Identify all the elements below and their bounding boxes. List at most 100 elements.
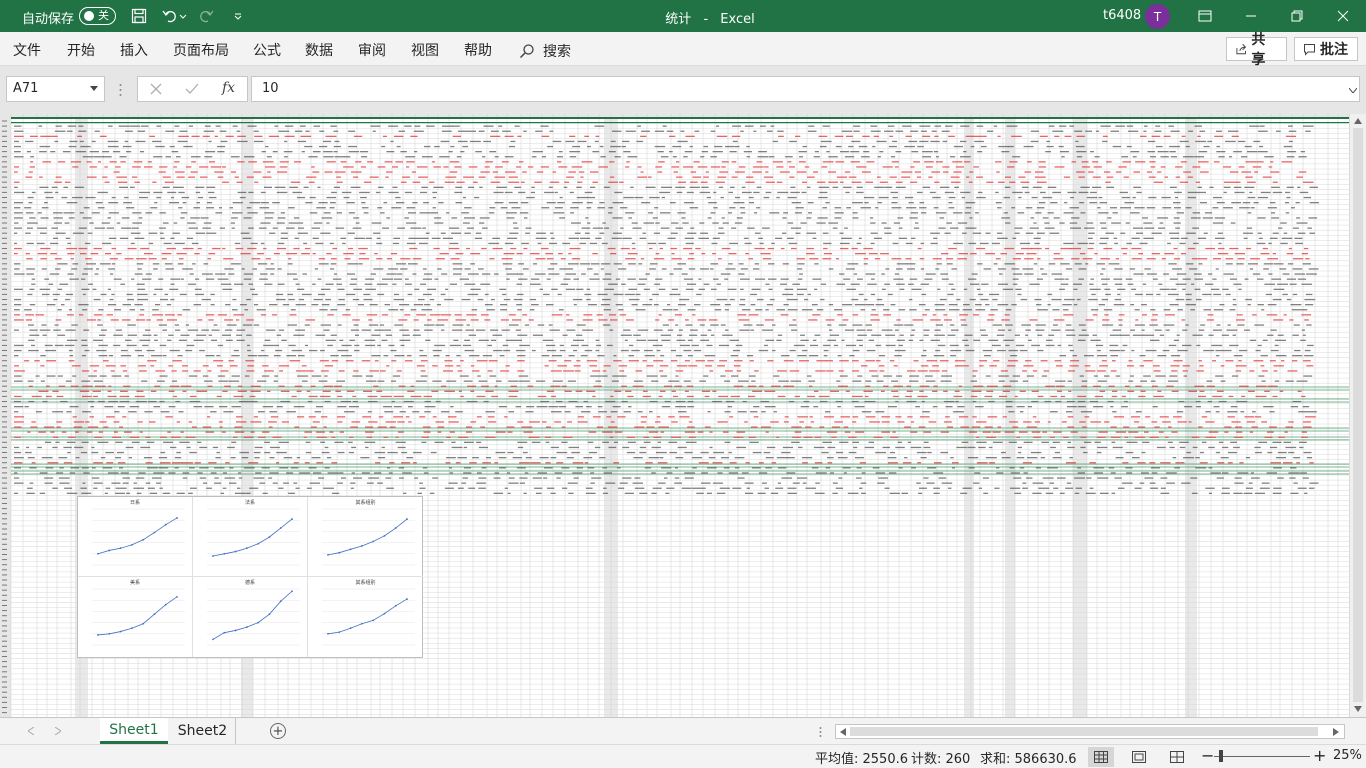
grid-mark <box>14 268 20 270</box>
tab-formulas[interactable]: 公式 <box>253 40 281 60</box>
grid-mark <box>528 436 540 438</box>
grid-mark <box>477 298 484 301</box>
tab-view[interactable]: 视图 <box>411 40 439 60</box>
tab-help[interactable]: 帮助 <box>464 40 492 60</box>
enter-icon[interactable] <box>185 83 199 95</box>
grid-mark <box>1071 161 1077 163</box>
avatar[interactable]: T <box>1145 4 1170 29</box>
grid-mark <box>1093 166 1102 168</box>
cancel-icon[interactable] <box>150 83 162 95</box>
grid-mark <box>374 451 386 454</box>
grid-mark <box>445 355 450 357</box>
tab-page-layout[interactable]: 页面布局 <box>173 40 229 60</box>
grid-mark <box>1124 385 1130 387</box>
minimize-icon[interactable] <box>1238 4 1264 28</box>
grid-mark <box>1224 431 1229 433</box>
grid-mark <box>307 400 313 403</box>
grid-mark <box>343 166 354 168</box>
grid-mark <box>14 166 19 168</box>
grid-mark <box>1197 191 1206 194</box>
grid-mark <box>279 166 288 168</box>
grid-mark <box>358 247 368 250</box>
grid-mark <box>1134 207 1145 209</box>
restore-icon[interactable] <box>1284 4 1310 28</box>
grid-mark <box>686 395 694 398</box>
grid-mark <box>652 293 659 296</box>
name-box[interactable]: A71 <box>6 76 105 102</box>
search-box[interactable]: 搜索 <box>519 41 571 61</box>
grid-mark <box>711 242 718 245</box>
tab-review[interactable]: 审阅 <box>358 40 386 60</box>
formula-bar-splitter[interactable] <box>119 82 122 96</box>
grid-mark <box>14 395 22 398</box>
grid-mark <box>311 375 322 377</box>
expand-formula-bar-icon[interactable] <box>1349 88 1357 93</box>
grid-mark <box>276 247 287 250</box>
grid-mark <box>680 344 690 347</box>
autosave-toggle[interactable]: 关 <box>79 7 116 25</box>
grid-mark <box>458 390 462 392</box>
insert-function-icon[interactable]: fx <box>222 80 235 96</box>
grid-mark <box>137 130 146 132</box>
grid-mark <box>188 421 193 423</box>
grid-mark <box>128 411 137 413</box>
grid-mark <box>154 339 158 341</box>
grid-mark <box>1198 329 1205 331</box>
grid-mark <box>1112 446 1123 449</box>
grid-mark <box>729 339 740 341</box>
grid-mark <box>66 411 72 413</box>
grid-mark <box>890 451 895 454</box>
comments-button[interactable]: 批注 <box>1294 37 1358 61</box>
grid-mark <box>490 181 501 183</box>
tab-file[interactable]: 文件 <box>13 40 41 60</box>
grid-mark <box>88 375 97 377</box>
grid-mark <box>729 298 735 301</box>
tab-data[interactable]: 数据 <box>305 40 333 60</box>
close-icon[interactable] <box>1330 4 1356 28</box>
grid-mark <box>1203 232 1208 234</box>
undo-icon[interactable] <box>160 6 180 26</box>
grid-mark <box>388 309 399 311</box>
grid-mark <box>117 181 128 183</box>
grid-mark <box>126 151 132 153</box>
redo-icon[interactable] <box>196 6 216 26</box>
ribbon-display-icon[interactable] <box>1192 4 1218 28</box>
grid-mark <box>1159 222 1164 224</box>
grid-mark <box>542 421 547 423</box>
grid-mark <box>1089 283 1094 285</box>
grid-mark <box>822 207 827 209</box>
worksheet-grid[interactable]: 日系 法系 其系组别 美系 德系 其系组别 <box>0 114 1349 717</box>
grid-mark <box>637 125 641 127</box>
grid-mark <box>272 436 282 438</box>
save-icon[interactable] <box>129 6 149 26</box>
grid-mark <box>1185 145 1190 148</box>
grid-mark <box>924 161 934 163</box>
grid-mark <box>1088 298 1098 301</box>
grid-mark <box>371 222 382 224</box>
user-name[interactable]: t6408 <box>1103 8 1141 23</box>
grid-mark <box>732 125 741 127</box>
grid-mark <box>305 319 315 321</box>
grid-mark <box>1292 355 1303 357</box>
grid-mark <box>333 186 340 188</box>
grid-mark <box>368 324 379 326</box>
grid-mark <box>1069 457 1073 459</box>
formula-input[interactable]: 10 <box>251 76 1360 102</box>
grid-mark <box>1072 355 1077 357</box>
grid-mark <box>684 202 694 204</box>
grid-mark <box>569 268 574 270</box>
grid-mark <box>1198 263 1203 265</box>
tab-insert[interactable]: 插入 <box>120 40 148 60</box>
grid-mark <box>841 237 852 239</box>
tab-home[interactable]: 开始 <box>67 40 95 60</box>
undo-dropdown-icon[interactable] <box>178 6 188 26</box>
share-button[interactable]: 共享 <box>1226 32 1287 68</box>
grid-mark <box>1122 253 1127 255</box>
grid-mark <box>244 375 250 377</box>
customize-toolbar-icon[interactable] <box>228 6 248 26</box>
grid-mark <box>169 349 180 352</box>
grid-mark <box>1155 375 1166 377</box>
grid-mark <box>440 140 450 143</box>
grid-mark <box>433 186 444 188</box>
grid-mark <box>996 171 1000 173</box>
